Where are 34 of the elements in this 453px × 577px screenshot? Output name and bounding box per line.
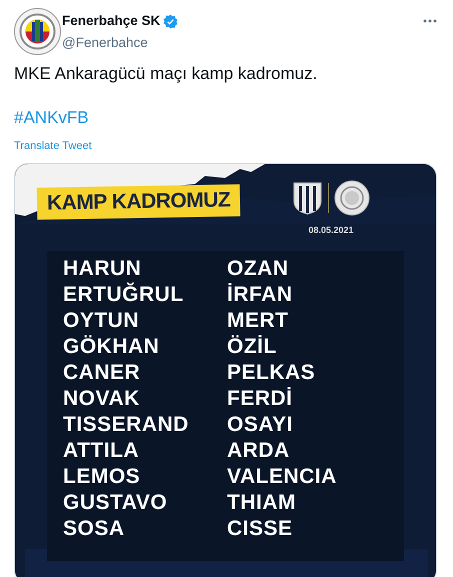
player-name: FERDİ [227,386,294,412]
player-name: ERTUĞRUL [63,282,185,308]
shield-emblem-icon [292,180,323,214]
player-name: LEMOS [63,464,142,490]
player-name: OZAN [227,256,290,282]
player-name: HARUN [63,256,142,282]
tweet-text: MKE Ankaragücü maçı kamp kadromuz. [14,63,318,85]
emblem-icon[interactable] [14,8,61,55]
more-icon[interactable] [423,19,437,23]
player-name: TISSERAND [63,412,190,438]
player-name: NOVAK [63,386,141,412]
round-emblem-icon [334,180,370,216]
player-name: CISSE [227,516,294,542]
account-name[interactable]: Fenerbahçe SK [62,11,160,32]
player-name: THIAM [227,490,297,516]
hashtag-link[interactable]: #ANKvFB [14,108,89,126]
player-name: İRFAN [227,282,294,308]
player-name: OYTUN [63,308,140,334]
translate-link[interactable]: Translate Tweet [14,140,92,152]
player-name: CANER [63,360,142,386]
player-name: VALENCIA [227,464,338,490]
player-name: ATTILA [63,438,140,464]
banner-label: KAMP KADROMUZ [36,184,241,220]
player-name: GÖKHAN [63,334,160,360]
player-name: OSAYI [227,412,294,438]
player-name: MERT [227,308,290,334]
player-name: ÖZİL [227,334,278,360]
player-name: ARDA [227,438,291,464]
player-name: GUSTAVO [63,490,168,516]
account-handle[interactable]: @Fenerbahce [62,33,178,54]
player-name: PELKAS [227,360,316,386]
match-date: 08.05.2021 [308,224,354,236]
player-name: SOSA [63,516,126,542]
tweet-image[interactable]: KAMP KADROMUZ 08.05.2021 HARUN ERTUĞRUL OYTUN GÖKHAN CANER NOVAK TISSERAND ATTILA LEMOS GUSTAVO SOSA OZAN İRFAN MERT ÖZİL PELKAS FERDİ OSAYI ARDA VALENCIA THIAM CISSE [14,162,437,577]
